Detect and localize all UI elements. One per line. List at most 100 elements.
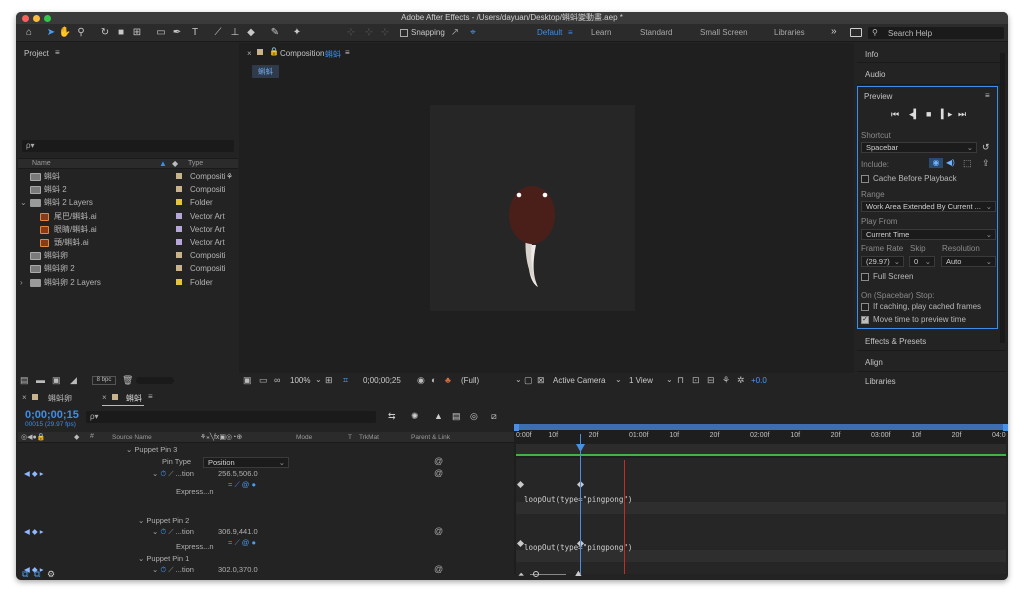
new-folder-icon[interactable]: ▬ (36, 375, 45, 385)
pin2-position-row[interactable]: ⌄ ⏱ ⟋ ...tion (152, 526, 194, 538)
composition-menu-icon[interactable]: ≡ (345, 48, 350, 57)
workspace-menu-icon[interactable]: ≡ (568, 28, 573, 37)
world-axis-icon[interactable]: ⊹ (362, 26, 376, 40)
resolution-dropdown[interactable]: Auto ⌄ (941, 256, 996, 267)
workspace-learn[interactable]: Learn (591, 28, 611, 37)
move-time-checkbox[interactable]: ✓ (861, 315, 869, 324)
play-from-dropdown[interactable]: Current Time ⌄ (861, 229, 996, 240)
label-column-icon[interactable]: ◆ (74, 433, 79, 441)
libraries-panel-header[interactable]: Libraries (857, 373, 1006, 387)
project-search-input[interactable]: ρ▾ (22, 140, 234, 152)
rotate-tool-icon[interactable]: ↻ (98, 26, 112, 40)
include-overlays-icon[interactable]: ⬚ (963, 158, 972, 169)
toggle-pixel-aspect-icon[interactable]: ⊓ (677, 375, 684, 386)
reset-exposure-icon[interactable]: ✲ (737, 375, 745, 386)
project-item[interactable]: 蝌蚪卵 2 Compositi (18, 262, 238, 275)
fast-previews-icon[interactable]: ⊡ (692, 375, 700, 386)
puppet-pin-tool-icon[interactable]: ✦ (290, 26, 304, 40)
pin3-position-row[interactable]: ⌄ ⏱ ⟋ ...tion (152, 468, 194, 480)
time-ruler[interactable] (516, 444, 1006, 454)
if-caching-checkbox[interactable] (861, 302, 869, 311)
project-item[interactable]: 蝌蚪卵 Compositi (18, 249, 238, 262)
fit-frame-icon[interactable]: ⊞ (325, 375, 333, 386)
source-name-header[interactable]: Source Name (112, 434, 152, 441)
close-window-button[interactable] (22, 15, 29, 22)
snapping-checkbox[interactable] (400, 29, 408, 37)
composition-name[interactable]: 蝌蚪 (325, 49, 341, 60)
search-help-icon[interactable] (850, 28, 862, 37)
vr-glasses-icon[interactable]: ∞ (274, 375, 280, 385)
composition-panel-title[interactable]: Composition (280, 49, 324, 58)
stop-icon[interactable]: ■ (926, 109, 931, 119)
zoom-value[interactable]: 100% (290, 376, 310, 385)
workspace-small-screen[interactable]: Small Screen (700, 28, 748, 37)
timeline-menu-icon[interactable]: ≡ (148, 392, 153, 401)
effects-presets-panel-header[interactable]: Effects & Presets (857, 331, 1006, 351)
label-color-swatch[interactable] (176, 212, 182, 219)
home-icon[interactable]: ⌂ (22, 26, 36, 40)
cache-before-playback-option[interactable]: Cache Before Playback (861, 174, 957, 183)
exposure-value[interactable]: +0.0 (751, 376, 767, 385)
label-color-swatch[interactable] (176, 265, 182, 272)
flowchart-icon[interactable]: ⚘ (722, 375, 730, 386)
snapshot-icon[interactable]: ◉ (417, 375, 425, 386)
project-scrollbar[interactable] (136, 377, 174, 384)
search-help-field[interactable]: ⚲ Search Help (868, 27, 1004, 39)
project-item[interactable]: 蝌蚪 2 Compositi (18, 183, 238, 196)
project-item[interactable]: 尾巴/蝌蚪.ai Vector Art (18, 210, 238, 223)
rectangle-tool-icon[interactable]: ▭ (154, 26, 168, 40)
layer-switches-icon[interactable]: ⚘⁎╲fx▣◎◔⊕ (200, 433, 242, 441)
project-panel-title[interactable]: Project (24, 49, 49, 58)
label-color-swatch[interactable] (176, 239, 182, 245)
snap-edge-icon[interactable]: ↗ (448, 26, 462, 40)
clone-stamp-tool-icon[interactable]: ⊥ (228, 26, 242, 40)
in-out-toggle-icon[interactable]: ⚙ (47, 569, 55, 580)
graph-icon[interactable]: ⟋ (168, 469, 173, 478)
project-item[interactable]: 蝌蚪 Compositi ⚘ (18, 170, 238, 183)
interpret-footage-icon[interactable]: ▤ (20, 375, 29, 386)
label-color-swatch[interactable] (176, 199, 182, 206)
puppet-pin-3-row[interactable]: ⌄ Puppet Pin 3 (126, 444, 177, 456)
sort-ascending-icon[interactable]: ▲ (159, 159, 167, 168)
render-queue-icon[interactable]: ◢ (70, 375, 77, 386)
pen-tool-icon[interactable]: ✒ (170, 26, 184, 40)
pin3-expression-controls[interactable]: = ⟋ @ ● (228, 479, 256, 491)
monitor-icon[interactable]: ▭ (259, 375, 268, 386)
work-area-bar[interactable] (516, 424, 1006, 430)
label-color-swatch[interactable] (176, 225, 182, 232)
chevron-right-icon[interactable]: › (20, 276, 23, 289)
timeline-search-input[interactable]: ρ▾ (86, 411, 376, 423)
local-axis-icon[interactable]: ⊹ (344, 26, 358, 40)
right-panel-scrollbar[interactable] (1000, 53, 1005, 343)
shy-layers-icon[interactable]: ▲ (434, 411, 443, 421)
label-color-swatch[interactable] (176, 186, 182, 193)
view-chevron-icon[interactable]: ⌄ (666, 375, 673, 384)
shortcut-dropdown[interactable]: Spacebar ⌄ (861, 142, 977, 153)
project-item[interactable]: 頭/蝌蚪.ai Vector Art (18, 236, 238, 249)
lock-icon[interactable]: 🔒 (269, 47, 279, 56)
eraser-tool-icon[interactable]: ◆ (244, 26, 258, 40)
label-color-swatch[interactable] (176, 173, 182, 179)
view-axis-icon[interactable]: ⊹ (378, 26, 392, 40)
pickwhip-icon[interactable]: @ (434, 456, 443, 466)
workspace-default[interactable]: Default (537, 28, 562, 37)
composition-mini-flowchart-icon[interactable]: ⇆ (388, 411, 396, 422)
project-item[interactable]: › 蝌蚪卵 2 Layers Folder (18, 276, 238, 289)
workspace-libraries[interactable]: Libraries (774, 28, 805, 37)
roto-brush-tool-icon[interactable]: ✎ (268, 26, 282, 40)
graph-editor-icon[interactable]: ⧄ (491, 411, 497, 422)
pin2-expression-controls[interactable]: = ⟋ @ ● (228, 537, 256, 549)
keyframe-nav-pin3[interactable]: ◀ ◆ ▸ (24, 468, 43, 480)
always-preview-icon[interactable]: ▣ (243, 375, 252, 386)
cache-checkbox[interactable] (861, 174, 869, 183)
graph-icon[interactable]: ⟋ (168, 565, 173, 574)
column-type[interactable]: Type (188, 160, 203, 167)
column-name[interactable]: Name (32, 160, 51, 167)
snap-feature-icon[interactable]: ⌖ (466, 26, 480, 40)
if-caching-option[interactable]: If caching, play cached frames (861, 302, 981, 311)
pan-behind-tool-icon[interactable]: ⊞ (130, 26, 144, 40)
timeline-tab-tadpole[interactable]: 蝌蚪 (126, 393, 142, 404)
toggle-mask-icon[interactable]: ⌗ (343, 375, 348, 386)
new-composition-icon[interactable]: ▣ (52, 375, 61, 386)
current-timecode[interactable]: 0;00;00;15 (25, 409, 79, 421)
